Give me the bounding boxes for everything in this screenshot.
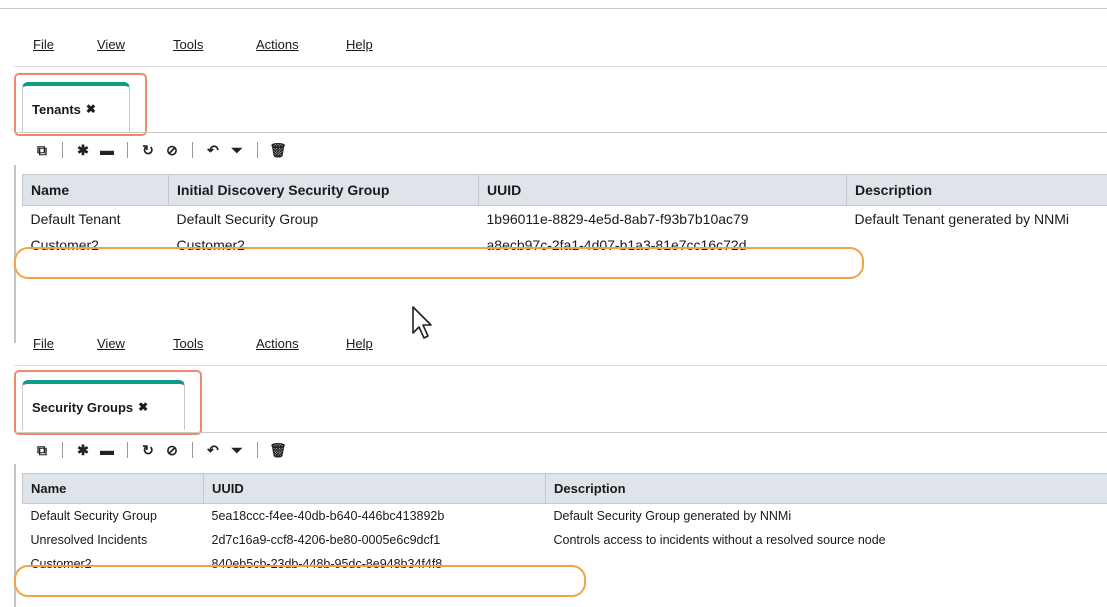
menu-help-label: Help <box>346 335 373 351</box>
new-icon[interactable]: ✱ <box>71 142 95 159</box>
stop-refresh-icon[interactable]: ⊘ <box>160 142 184 159</box>
menu-help-label: Help <box>346 36 373 52</box>
folder-icon[interactable]: ▬ <box>95 142 119 158</box>
column-header-description[interactable]: Description <box>545 473 1107 504</box>
menu-file-label: File <box>33 335 54 351</box>
stop-refresh-icon[interactable]: ⊘ <box>160 442 184 459</box>
menu-tools-label: Tools <box>173 36 204 52</box>
tab-strip-border <box>14 432 1107 433</box>
highlight-security-groups-tab <box>14 370 202 435</box>
toolbar-tenants: ⧉ ✱ ▬ ↻ ⊘ ↶ ⏷ 🗑 <box>30 139 290 161</box>
toolbar-separator <box>62 442 63 458</box>
toolbar-separator <box>257 442 258 458</box>
toolbar-separator <box>62 142 63 158</box>
menu-view[interactable]: View <box>97 336 125 351</box>
toolbar-separator <box>127 142 128 158</box>
menu-actions-label: Actions <box>256 335 299 351</box>
table-row[interactable]: Default Security Group 5ea18ccc-f4ee-40d… <box>23 504 1107 529</box>
cell-description: Default Tenant generated by NNMi <box>854 211 1070 227</box>
folder-icon[interactable]: ▬ <box>95 442 119 458</box>
menu-file[interactable]: File <box>33 336 54 351</box>
refresh-icon[interactable]: ↻ <box>136 142 160 159</box>
menu-help[interactable]: Help <box>346 37 373 52</box>
column-header-initial-discovery-security-group[interactable]: Initial Discovery Security Group <box>168 174 479 206</box>
cell-description <box>546 552 1107 576</box>
cell-name: Unresolved Incidents <box>30 533 148 547</box>
menu-tools[interactable]: Tools <box>173 37 203 52</box>
refresh-icon[interactable]: ↻ <box>136 442 160 459</box>
column-header-name[interactable]: Name <box>22 174 169 206</box>
menu-actions[interactable]: Actions <box>256 37 299 52</box>
menu-divider <box>14 365 1107 366</box>
highlight-customer2-tenant-row <box>14 247 864 279</box>
column-header-uuid[interactable]: UUID <box>478 174 847 206</box>
menu-bar-tenants: File View Tools Actions Help <box>0 34 1107 54</box>
menu-tools[interactable]: Tools <box>173 336 203 351</box>
toolbar-separator <box>192 142 193 158</box>
menu-view-label: View <box>97 335 125 351</box>
undo-icon[interactable]: ↶ <box>201 442 225 459</box>
cell-uuid: 1b96011e-8829-4e5d-8ab7-f93b7b10ac79 <box>486 211 749 227</box>
menu-bar-security-groups: File View Tools Actions Help <box>0 333 1107 353</box>
menu-divider <box>14 66 1107 67</box>
menu-view-label: View <box>97 36 125 52</box>
undo-icon[interactable]: ↶ <box>201 142 225 159</box>
menu-file[interactable]: File <box>33 37 54 52</box>
cell-description: Default Security Group generated by NNMi <box>553 509 792 523</box>
toolbar-separator <box>192 442 193 458</box>
open-icon[interactable]: ⧉ <box>30 442 54 459</box>
filter-icon[interactable]: ⏷ <box>225 442 249 459</box>
cell-uuid: 5ea18ccc-f4ee-40db-b640-446bc413892b <box>211 509 445 523</box>
delete-icon[interactable]: 🗑 <box>266 142 290 159</box>
column-header-name[interactable]: Name <box>22 473 204 504</box>
menu-actions-label: Actions <box>256 36 299 52</box>
highlight-customer2-security-group-row <box>14 565 586 597</box>
column-header-description[interactable]: Description <box>846 174 1107 206</box>
table-row[interactable]: Default Tenant Default Security Group 1b… <box>23 206 1107 233</box>
tenants-table: Name Initial Discovery Security Group UU… <box>22 174 1107 258</box>
table-header-row: Name Initial Discovery Security Group UU… <box>22 174 1107 206</box>
cell-uuid: 2d7c16a9-ccf8-4206-be80-0005e6c9dcf1 <box>211 533 441 547</box>
new-icon[interactable]: ✱ <box>71 442 95 459</box>
toolbar-separator <box>257 142 258 158</box>
highlight-tenants-tab <box>14 73 147 136</box>
menu-tools-label: Tools <box>173 335 204 351</box>
security-groups-table: Name UUID Description Default Security G… <box>22 473 1107 576</box>
menu-actions[interactable]: Actions <box>256 336 299 351</box>
cell-name: Default Tenant <box>30 211 121 227</box>
column-header-uuid[interactable]: UUID <box>203 473 546 504</box>
cell-description: Controls access to incidents without a r… <box>553 533 886 547</box>
delete-icon[interactable]: 🗑 <box>266 442 290 459</box>
menu-file-label: File <box>33 36 54 52</box>
menu-help[interactable]: Help <box>346 336 373 351</box>
cell-description <box>847 232 1107 258</box>
toolbar-security-groups: ⧉ ✱ ▬ ↻ ⊘ ↶ ⏷ 🗑 <box>30 439 290 461</box>
toolbar-separator <box>127 442 128 458</box>
open-icon[interactable]: ⧉ <box>30 142 54 159</box>
tab-strip-border <box>14 132 1107 133</box>
cell-name: Default Security Group <box>30 509 157 523</box>
menu-view[interactable]: View <box>97 37 125 52</box>
table-row[interactable]: Unresolved Incidents 2d7c16a9-ccf8-4206-… <box>23 528 1107 552</box>
window-top-border <box>0 8 1107 9</box>
filter-icon[interactable]: ⏷ <box>225 142 249 159</box>
cell-security-group: Default Security Group <box>176 211 319 227</box>
table-header-row: Name UUID Description <box>22 473 1107 504</box>
